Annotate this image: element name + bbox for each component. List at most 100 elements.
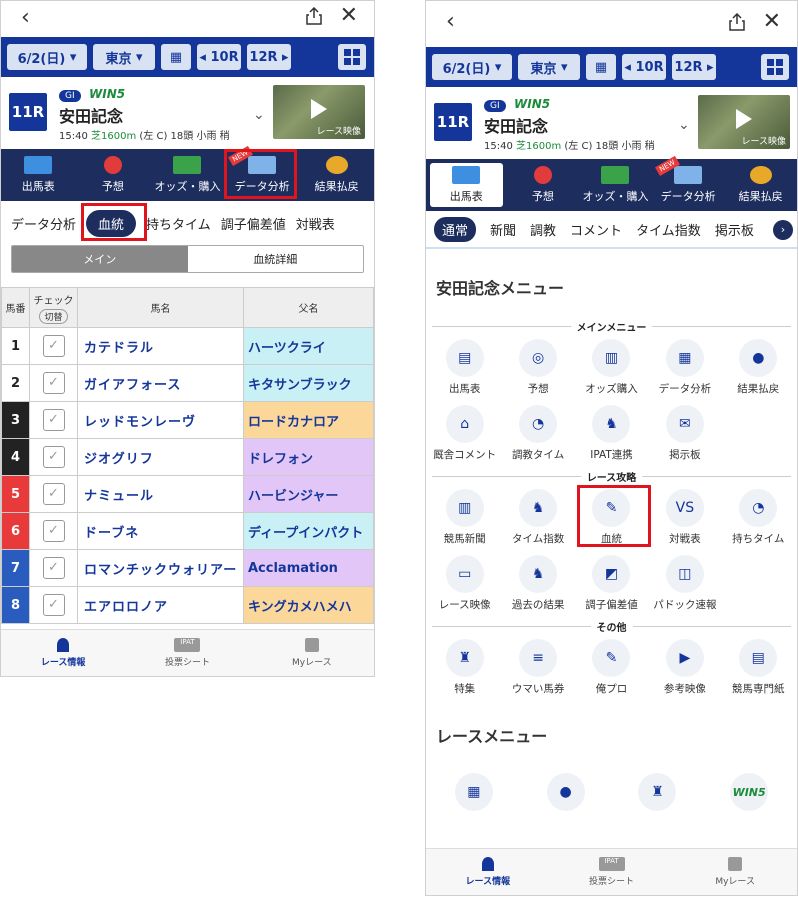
subtab-pedigree[interactable]: 血統 (86, 209, 137, 237)
checkbox[interactable]: ✓ (42, 594, 65, 616)
horse-name[interactable]: ナミュール (77, 475, 244, 513)
menu-item[interactable]: ◫ パドック速報 (648, 549, 721, 615)
menu-item[interactable]: ✎ 俺プロ (575, 633, 648, 699)
nav-race-info[interactable]: レース情報 (1, 630, 125, 676)
date-select[interactable]: 6/2(日) ▾ (7, 44, 87, 70)
menu-item[interactable]: ● 結果払戻 (722, 333, 795, 399)
table-row: 2 ✓ ガイアフォース キタサンブラック (1, 364, 374, 402)
menu-item[interactable]: ✎ 血統 (575, 483, 648, 549)
menu-item[interactable]: ◔ 持ちタイム (722, 483, 795, 549)
tab-normal[interactable]: 通常 (434, 216, 477, 242)
toggle-button[interactable]: 切替 (39, 308, 68, 324)
next-race-button[interactable]: 12R ▸ (672, 54, 716, 80)
race-video-thumbnail[interactable]: レース映像 (698, 95, 790, 149)
tab-newspaper[interactable]: 新聞 (490, 220, 516, 239)
nav-vote-sheet[interactable]: IPAT 投票シート (550, 849, 674, 895)
horse-name[interactable]: カテドラル (77, 327, 244, 365)
share-icon[interactable] (729, 13, 745, 31)
race-menu-calendar[interactable]: ▦ (428, 767, 520, 833)
menu-yoso[interactable]: 予想 (76, 149, 151, 201)
pedigree-table: 馬番 チェック 切替 馬名 父名 1 ✓ カテドラル ハーツクライ 2 ✓ ガイアフ… (1, 287, 374, 624)
horse-name[interactable]: エアロロノア (77, 586, 244, 624)
checkbox[interactable]: ✓ (42, 520, 65, 542)
checkbox[interactable]: ✓ (42, 409, 65, 431)
nav-my-race[interactable]: Myレース (673, 849, 797, 895)
menu-item[interactable]: ⌂ 厩舎コメント (428, 399, 501, 465)
nav-vote-sheet[interactable]: IPAT 投票シート (125, 630, 249, 676)
horse-name[interactable]: ロマンチックウォリアー (77, 549, 244, 587)
menu-item[interactable]: ▥ 競馬新聞 (428, 483, 501, 549)
horse-name[interactable]: ジオグリフ (77, 438, 244, 476)
menu-results[interactable]: 結果払戻 (299, 149, 374, 201)
menu-odds[interactable]: オッズ・購入 (579, 159, 652, 211)
subtab-mochi-time[interactable]: 持ちタイム (146, 214, 211, 233)
subtab-condition[interactable]: 調子偏差値 (221, 214, 286, 233)
nav-my-race[interactable]: Myレース (250, 630, 374, 676)
prev-race-button[interactable]: ◂ 10R (197, 44, 241, 70)
menu-item[interactable]: ♞ 過去の結果 (501, 549, 574, 615)
menu-results[interactable]: 結果払戻 (724, 159, 797, 211)
menu-item[interactable]: ◎ 予想 (501, 333, 574, 399)
calendar-icon[interactable]: ▦ (161, 44, 191, 70)
checkbox[interactable]: ✓ (42, 483, 65, 505)
close-icon[interactable]: ✕ (763, 9, 781, 34)
race-menu-win5[interactable]: WIN5 (703, 767, 795, 833)
race-video-thumbnail[interactable]: レース映像 (273, 85, 365, 139)
back-icon[interactable]: ‹ (21, 5, 30, 30)
menu-data-analysis[interactable]: NEW データ分析 (652, 156, 725, 211)
chevron-down-icon[interactable]: ⌄ (678, 117, 690, 133)
segment-pedigree-detail[interactable]: 血統詳細 (188, 246, 364, 272)
checkbox[interactable]: ✓ (42, 372, 65, 394)
menu-item[interactable]: ✉ 掲示板 (648, 399, 721, 465)
next-race-button[interactable]: 12R ▸ (247, 44, 291, 70)
grid-menu-icon[interactable] (338, 44, 366, 70)
menu-item[interactable]: ▦ データ分析 (648, 333, 721, 399)
subtab-matchup[interactable]: 対戦表 (296, 214, 335, 233)
menu-item[interactable]: ▤ 競馬専門紙 (722, 633, 795, 699)
share-icon[interactable] (306, 7, 322, 25)
menu-item-label: 競馬新聞 (443, 533, 486, 545)
menu-item[interactable]: ♞ タイム指数 (501, 483, 574, 549)
horse-name[interactable]: ガイアフォース (77, 364, 244, 402)
grid-menu-icon[interactable] (761, 54, 789, 80)
menu-item[interactable]: ◔ 調教タイム (501, 399, 574, 465)
prev-race-button[interactable]: ◂ 10R (622, 54, 666, 80)
race-menu-trophy[interactable]: ♜ (612, 767, 704, 833)
tab-comment[interactable]: コメント (570, 220, 622, 239)
date-select[interactable]: 6/2(日) ▾ (432, 54, 512, 80)
chevron-right-icon[interactable]: › (773, 220, 793, 240)
menu-shutsubahyo[interactable]: 出馬表 (430, 163, 503, 207)
menu-item[interactable]: ♜ 特集 (428, 633, 501, 699)
horse-name[interactable]: ドーブネ (77, 512, 244, 550)
menu-item[interactable]: VS 対戦表 (648, 483, 721, 549)
tab-time-index[interactable]: タイム指数 (636, 220, 701, 239)
menu-item[interactable]: ≡ ウマい馬券 (501, 633, 574, 699)
venue-select[interactable]: 東京 ▾ (93, 44, 155, 70)
checkbox[interactable]: ✓ (42, 446, 65, 468)
menu-item[interactable]: ▭ レース映像 (428, 549, 501, 615)
menu-yoso[interactable]: 予想 (507, 159, 580, 211)
venue-select[interactable]: 東京 ▾ (518, 54, 580, 80)
race-menu-coins[interactable]: ● (520, 767, 612, 833)
menu-item[interactable]: ▶ 参考映像 (648, 633, 721, 699)
subtab-data-analysis[interactable]: データ分析 (11, 214, 76, 233)
menu-item[interactable]: ◩ 調子偏差値 (575, 549, 648, 615)
horse-name[interactable]: レッドモンレーヴ (77, 401, 244, 439)
checkbox[interactable]: ✓ (42, 557, 65, 579)
calendar-icon[interactable]: ▦ (586, 54, 616, 80)
close-icon[interactable]: ✕ (340, 3, 358, 28)
tab-board[interactable]: 掲示板 (715, 220, 754, 239)
chevron-down-icon[interactable]: ⌄ (253, 107, 265, 123)
menu-odds[interactable]: オッズ・購入 (150, 149, 225, 201)
checkbox[interactable]: ✓ (42, 335, 65, 357)
menu-item[interactable]: ▥ オッズ購入 (575, 333, 648, 399)
menu-shutsubahyo[interactable]: 出馬表 (1, 149, 76, 201)
segment-main[interactable]: メイン (12, 246, 188, 272)
menu-item[interactable]: ♞ IPAT連携 (575, 399, 648, 465)
menu-data-analysis[interactable]: NEW データ分析 (225, 146, 300, 201)
menu-item[interactable]: ▤ 出馬表 (428, 333, 501, 399)
nav-race-info[interactable]: レース情報 (426, 849, 550, 895)
back-icon[interactable]: ‹ (446, 9, 455, 34)
tab-training[interactable]: 調教 (530, 220, 556, 239)
col-check: チェック 切替 (29, 287, 78, 328)
